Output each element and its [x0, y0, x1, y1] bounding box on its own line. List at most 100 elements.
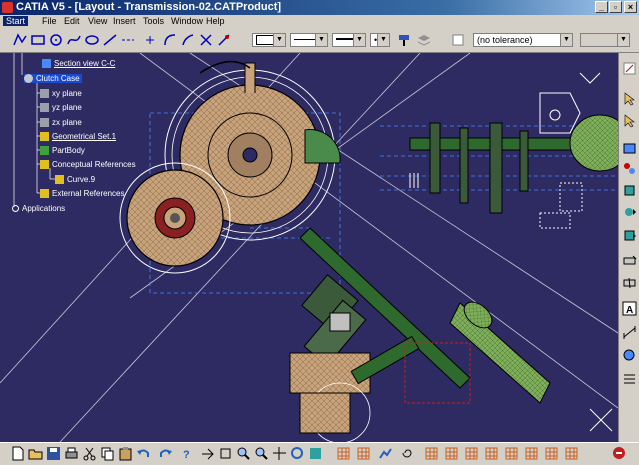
painter-icon[interactable] [396, 32, 412, 48]
menu-window[interactable]: Window [171, 16, 203, 26]
zoom-in-icon[interactable] [236, 446, 251, 461]
print-icon[interactable] [64, 446, 79, 461]
catia-logo-icon [613, 447, 625, 459]
view-layout-icon[interactable] [544, 446, 559, 461]
section-view-icon [42, 59, 51, 69]
chamfer-icon[interactable] [180, 32, 196, 48]
fly-mode-icon[interactable] [200, 446, 215, 461]
partbody-icon [40, 146, 49, 156]
pick-arrow-icon[interactable] [622, 113, 637, 128]
corner-icon[interactable] [162, 32, 178, 48]
tree-item-zx-plane[interactable]: zx plane [40, 118, 82, 128]
axis-line-icon[interactable] [622, 371, 637, 386]
catia-app-icon [2, 2, 13, 13]
geometrical-set-icon [40, 132, 49, 142]
symbol-icon[interactable] [622, 348, 637, 363]
menu-help[interactable]: Help [206, 16, 225, 26]
standard-toolbar: ? [0, 442, 639, 465]
rectangle-icon[interactable] [30, 32, 46, 48]
display-mode-icon[interactable] [424, 446, 439, 461]
svg-text:?: ? [183, 449, 190, 461]
circle-icon[interactable] [48, 32, 64, 48]
menu-file[interactable]: File [42, 16, 57, 26]
folder-icon [40, 189, 49, 199]
tree-item-external-references[interactable]: External References [40, 189, 124, 199]
ellipse-icon[interactable] [84, 32, 100, 48]
minimize-button[interactable]: _ [595, 1, 608, 13]
menu-start[interactable]: Start [3, 16, 29, 26]
restore-button[interactable]: ▫ [609, 1, 622, 13]
color-combo[interactable]: ▼ [252, 33, 286, 47]
swirl-icon[interactable] [400, 446, 415, 461]
thickness-combo[interactable]: ▼ [332, 33, 366, 47]
clipping-icon[interactable] [622, 253, 637, 268]
menu-edit[interactable]: Edit [64, 16, 80, 26]
sketcher-icon[interactable] [622, 61, 637, 76]
details-icon[interactable] [564, 446, 579, 461]
open-icon[interactable] [28, 446, 43, 461]
tolerance-combo[interactable]: (no tolerance) ▼ [473, 33, 573, 47]
normal-view-icon[interactable] [308, 446, 323, 461]
svg-text:A: A [626, 305, 633, 316]
projection-icon[interactable] [622, 161, 637, 176]
zoom-out-icon[interactable] [254, 446, 269, 461]
paste-icon[interactable] [118, 446, 133, 461]
point-style-combo[interactable]: • ▼ [370, 33, 390, 47]
break-view-icon[interactable] [622, 275, 637, 290]
layer-icon[interactable] [416, 32, 432, 48]
new-icon[interactable] [10, 446, 25, 461]
menu-view[interactable]: View [88, 16, 107, 26]
break-icon[interactable] [216, 32, 232, 48]
redo-icon[interactable] [158, 446, 173, 461]
point-icon[interactable] [142, 32, 158, 48]
copy-icon[interactable] [100, 446, 115, 461]
tree-item-yz-plane[interactable]: yz plane [40, 103, 82, 113]
menu-tools[interactable]: Tools [143, 16, 164, 26]
rotate-icon[interactable] [290, 446, 305, 461]
dimension-icon[interactable] [622, 325, 637, 340]
grid-icon[interactable] [336, 446, 351, 461]
layout-icon[interactable] [464, 446, 479, 461]
select-arrow-icon[interactable] [622, 91, 637, 106]
save-icon[interactable] [46, 446, 61, 461]
trim-icon[interactable] [198, 32, 214, 48]
profile-icon[interactable] [12, 32, 28, 48]
snap-grid-icon[interactable] [356, 446, 371, 461]
pan-icon[interactable] [272, 446, 287, 461]
view-box-icon[interactable] [622, 141, 637, 156]
tree-item-curve[interactable]: Curve.9 [55, 175, 95, 185]
line-icon[interactable] [102, 32, 118, 48]
frame-icon[interactable] [484, 446, 499, 461]
detail-view-icon[interactable] [622, 228, 637, 243]
spline-icon[interactable] [66, 32, 82, 48]
cut-icon[interactable] [82, 446, 97, 461]
unfolded-view-icon[interactable] [622, 205, 637, 220]
tree-item-conceptual-references[interactable]: Conceptual References [40, 160, 136, 170]
tree-item-applications[interactable]: Applications [12, 204, 65, 213]
tree-item-xy-plane[interactable]: xy plane [40, 89, 82, 99]
close-button[interactable]: × [624, 1, 637, 13]
applications-icon [12, 205, 19, 213]
axis-icon[interactable] [120, 32, 136, 48]
tree-item-section-view[interactable]: Section view C-C [42, 59, 115, 69]
tree-item-geometrical-set[interactable]: Geometrical Set.1 [40, 132, 116, 142]
sheet-icon[interactable] [524, 446, 539, 461]
green-housing-part [304, 129, 341, 164]
filter-icon[interactable] [450, 32, 466, 48]
linetype-combo[interactable]: ▼ [290, 33, 328, 47]
numbering-combo[interactable]: ▼ [580, 33, 630, 47]
undo-icon[interactable] [136, 446, 151, 461]
tree-item-partbody[interactable]: PartBody [40, 146, 85, 156]
tolerance-value: (no tolerance) [477, 35, 533, 45]
hatching-icon[interactable] [444, 446, 459, 461]
front-view-icon[interactable] [622, 183, 637, 198]
fit-all-icon[interactable] [218, 446, 233, 461]
analysis-icon[interactable] [378, 446, 393, 461]
whats-this-icon[interactable]: ? [180, 446, 195, 461]
lower-housing [299, 392, 351, 434]
background-icon[interactable] [504, 446, 519, 461]
text-icon[interactable]: A [622, 301, 637, 316]
drawing-viewport[interactable]: Section view C-C Clutch Case xy plane yz… [0, 53, 618, 442]
menu-insert[interactable]: Insert [113, 16, 136, 26]
tree-item-clutch-case[interactable]: Clutch Case [24, 74, 82, 84]
